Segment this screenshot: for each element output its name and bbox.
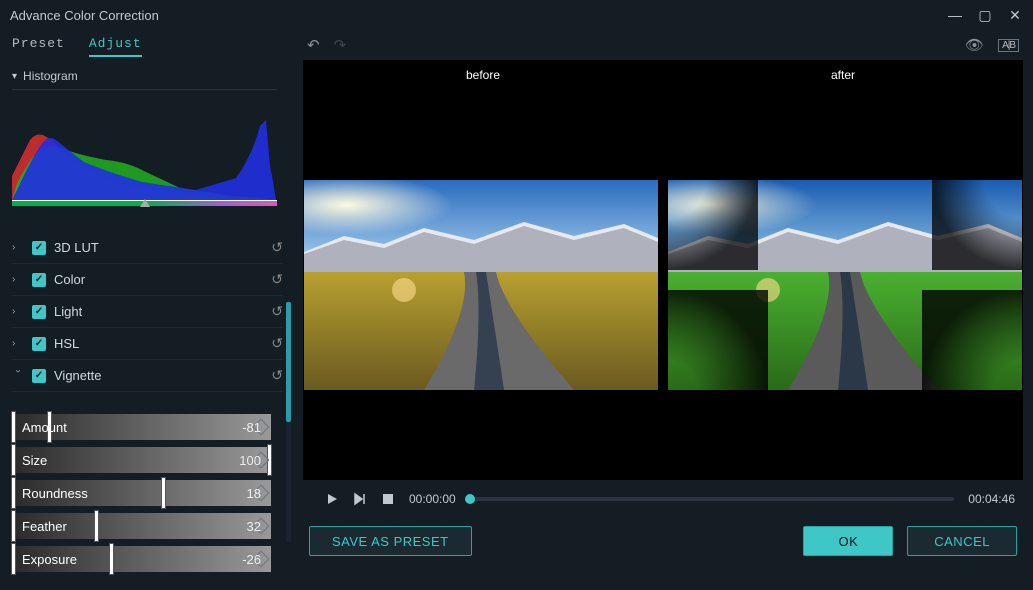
histogram <box>12 116 277 216</box>
reset-icon[interactable]: ↺ <box>271 367 283 384</box>
section-label: Color <box>54 272 263 287</box>
before-label: before <box>303 68 663 82</box>
reset-icon[interactable]: ↺ <box>271 303 283 320</box>
histogram-label: Histogram <box>23 69 78 83</box>
preview-toolbar: ↶ ↷ 👁 A|B <box>303 34 1023 60</box>
reset-icon[interactable]: ↺ <box>271 239 283 256</box>
time-current: 00:00:00 <box>409 492 456 506</box>
close-icon[interactable]: ✕ <box>1007 7 1023 23</box>
preview: before after <box>303 60 1023 480</box>
chevron-down-icon[interactable]: › <box>13 370 24 382</box>
play-icon[interactable] <box>325 492 339 506</box>
histogram-header[interactable]: ▾ Histogram <box>12 69 277 90</box>
minimize-icon[interactable]: ― <box>947 7 963 23</box>
scrollbar-thumb[interactable] <box>286 302 291 422</box>
preview-toggle-icon[interactable]: 👁 <box>965 36 984 54</box>
section-light[interactable]: › Light ↺ <box>12 296 283 328</box>
slider-thumb[interactable] <box>162 478 165 508</box>
timeline[interactable] <box>470 497 955 501</box>
reset-icon[interactable]: ↺ <box>271 335 283 352</box>
undo-icon[interactable]: ↶ <box>307 36 320 54</box>
redo-icon: ↷ <box>334 36 347 54</box>
reset-icon[interactable]: ↺ <box>271 271 283 288</box>
sidebar: Preset Adjust ▾ Histogram › <box>0 30 293 590</box>
chevron-down-icon[interactable]: ▾ <box>12 71 17 82</box>
slider-exposure[interactable]: Exposure -26 <box>12 546 271 572</box>
section-vignette[interactable]: › Vignette ↺ <box>12 360 283 392</box>
tab-adjust[interactable]: Adjust <box>89 36 142 57</box>
preview-before-image <box>304 180 658 390</box>
checkbox-3d-lut[interactable] <box>32 241 46 255</box>
section-label: Light <box>54 304 263 319</box>
section-hsl[interactable]: › HSL ↺ <box>12 328 283 360</box>
section-3d-lut[interactable]: › 3D LUT ↺ <box>12 232 283 264</box>
checkbox-hsl[interactable] <box>32 337 46 351</box>
chevron-right-icon[interactable]: › <box>12 338 24 349</box>
checkbox-vignette[interactable] <box>32 369 46 383</box>
ok-button[interactable]: OK <box>803 526 893 556</box>
chevron-right-icon[interactable]: › <box>12 274 24 285</box>
section-label: 3D LUT <box>54 240 263 255</box>
slider-amount[interactable]: Amount -81 <box>12 414 271 440</box>
preview-pane: ↶ ↷ 👁 A|B before after <box>293 30 1033 590</box>
section-label: Vignette <box>54 368 263 383</box>
checkbox-light[interactable] <box>32 305 46 319</box>
slider-feather[interactable]: Feather 32 <box>12 513 271 539</box>
stop-icon[interactable] <box>381 492 395 506</box>
slider-roundness[interactable]: Roundness 18 <box>12 480 271 506</box>
sidebar-tabs: Preset Adjust <box>12 34 293 63</box>
sidebar-scrollbar[interactable] <box>286 302 291 542</box>
preview-after-image <box>668 180 1022 390</box>
chevron-right-icon[interactable]: › <box>12 242 24 253</box>
tab-preset[interactable]: Preset <box>12 36 65 57</box>
save-as-preset-button[interactable]: SAVE AS PRESET <box>309 526 472 556</box>
section-color[interactable]: › Color ↺ <box>12 264 283 296</box>
compare-ab-icon[interactable]: A|B <box>998 39 1019 52</box>
titlebar: Advance Color Correction ― ▢ ✕ <box>0 0 1033 30</box>
timeline-playhead[interactable] <box>465 494 475 504</box>
slider-size[interactable]: Size 100 <box>12 447 271 473</box>
transport-bar: 00:00:00 00:04:46 <box>303 480 1023 506</box>
window-controls: ― ▢ ✕ <box>947 7 1023 23</box>
chevron-right-icon[interactable]: › <box>12 306 24 317</box>
checkbox-color[interactable] <box>32 273 46 287</box>
cancel-button[interactable]: CANCEL <box>907 526 1017 556</box>
time-duration: 00:04:46 <box>968 492 1015 506</box>
window-title: Advance Color Correction <box>10 8 947 23</box>
footer: SAVE AS PRESET OK CANCEL <box>303 506 1023 560</box>
adjust-sections: › 3D LUT ↺ › Color ↺ › Light ↺ › HSL <box>12 232 283 392</box>
after-label: after <box>663 68 1023 82</box>
slider-thumb[interactable] <box>110 544 113 574</box>
vignette-sliders: Amount -81 Size 100 Roundness 18 <box>12 414 293 572</box>
section-label: HSL <box>54 336 263 351</box>
step-forward-icon[interactable] <box>353 492 367 506</box>
maximize-icon[interactable]: ▢ <box>977 7 993 23</box>
slider-thumb[interactable] <box>95 511 98 541</box>
